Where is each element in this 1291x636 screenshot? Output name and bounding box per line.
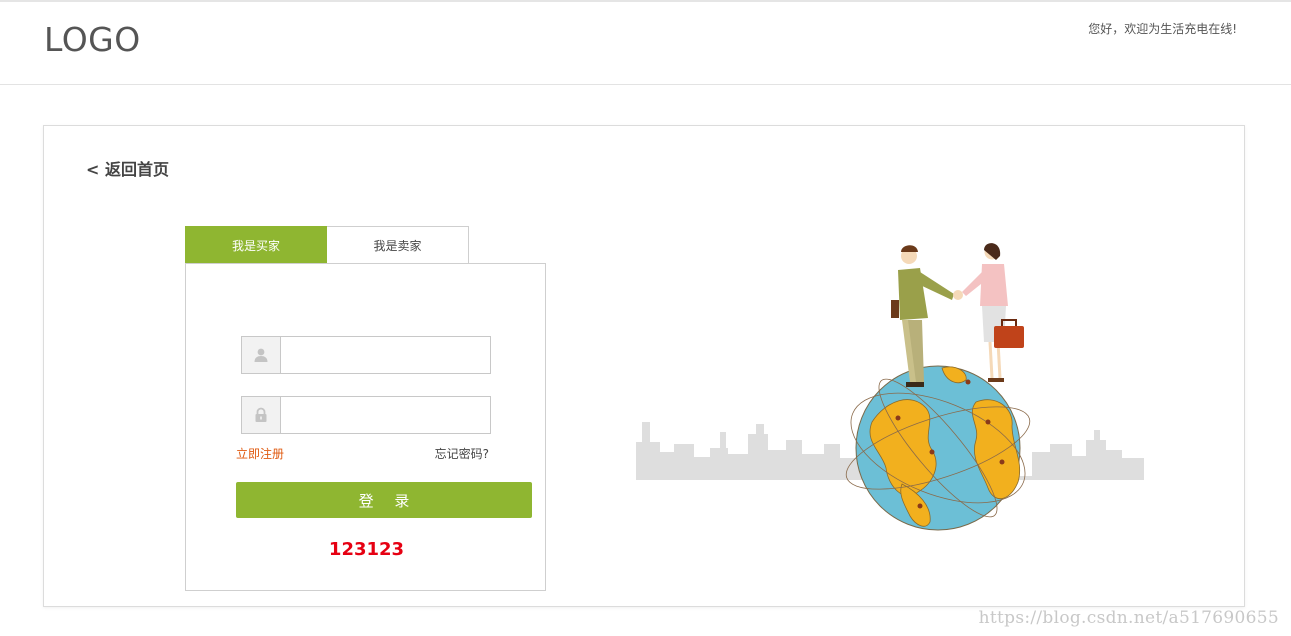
handshake-globe-illustration bbox=[636, 243, 1144, 531]
username-input[interactable] bbox=[281, 337, 490, 373]
businessman-figure bbox=[891, 245, 954, 387]
logo[interactable]: LOGO bbox=[44, 20, 141, 59]
handshake-hands bbox=[953, 290, 963, 300]
login-form: 立即注册 忘记密码? 登 录 123123 bbox=[185, 263, 546, 591]
tab-seller[interactable]: 我是卖家 bbox=[327, 226, 469, 264]
tab-buyer[interactable]: 我是买家 bbox=[185, 226, 327, 264]
username-field bbox=[241, 336, 491, 374]
register-link[interactable]: 立即注册 bbox=[236, 445, 284, 462]
globe bbox=[845, 365, 1031, 531]
forgot-password-link[interactable]: 忘记密码? bbox=[435, 445, 489, 462]
welcome-text: 您好，欢迎为生活充电在线! bbox=[1088, 22, 1237, 36]
role-tabs: 我是买家 我是卖家 bbox=[185, 226, 469, 264]
header: LOGO 您好，欢迎为生活充电在线! bbox=[0, 2, 1291, 85]
login-panel: < 返回首页 我是买家 我是卖家 立即注册 忘记密码? 登 录 123123 bbox=[43, 125, 1245, 607]
password-field bbox=[241, 396, 491, 434]
user-icon bbox=[242, 337, 281, 373]
password-input[interactable] bbox=[281, 397, 490, 433]
lock-icon bbox=[242, 397, 281, 433]
watermark: https://blog.csdn.net/a517690655 bbox=[978, 608, 1279, 628]
back-home-link[interactable]: < 返回首页 bbox=[86, 156, 169, 180]
code-text: 123123 bbox=[328, 539, 405, 560]
businesswoman-figure bbox=[962, 243, 1024, 382]
login-button[interactable]: 登 录 bbox=[236, 482, 532, 518]
